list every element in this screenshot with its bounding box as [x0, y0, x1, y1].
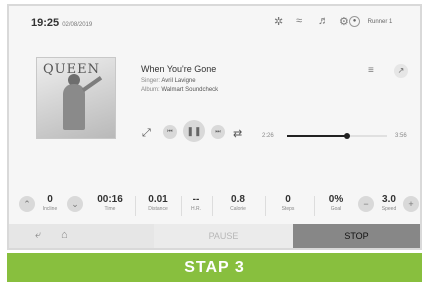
incline-up-button[interactable]: ⌃	[19, 196, 35, 212]
stat-label: Speed	[381, 206, 397, 212]
incline-down-button[interactable]: ⌄	[67, 196, 83, 212]
workout-stats: ⌃ 0 Incline ⌄ 00:16 Time 0.01 Distance -…	[9, 186, 420, 226]
user-name: Runner 1	[367, 19, 393, 26]
gear-icon[interactable]: ⚙	[339, 15, 349, 28]
stat-label: Distance	[148, 206, 168, 212]
treadmill-screen: 19:25 02/08/2019 ✲ ≈ ♬ ⚙ ● Runner 1 QUEE…	[9, 6, 420, 248]
seek-progress	[287, 135, 347, 137]
stat-incline: 0 Incline	[39, 194, 61, 212]
back-icon[interactable]: ⤶	[35, 229, 41, 242]
status-bar: 19:25 02/08/2019 ✲ ≈ ♬ ⚙ ● Runner 1	[9, 6, 420, 34]
stop-workout-button[interactable]: STOP	[293, 224, 420, 248]
wifi-icon[interactable]: ≈	[296, 15, 302, 27]
step-banner: STAP 3	[7, 253, 422, 282]
time-total: 3:56	[395, 133, 407, 139]
shuffle-icon[interactable]: ⤢	[142, 127, 151, 140]
user-icon: ●	[349, 16, 360, 27]
repeat-icon[interactable]: ⇄	[233, 127, 242, 140]
clock: 19:25 02/08/2019	[31, 17, 92, 29]
song-title: When You're Gone	[141, 64, 217, 74]
stat-goal: 0% Goal	[323, 194, 349, 212]
previous-button[interactable]: ⏮	[163, 125, 177, 139]
stat-value: 0	[285, 194, 291, 205]
bluetooth-icon[interactable]: ✲	[274, 15, 283, 28]
stat-label: H.R.	[191, 206, 201, 212]
cover-figure-arm	[81, 76, 103, 92]
nav-zone: ⤶ ⌂	[9, 224, 154, 248]
user-profile[interactable]: ● Runner 1	[349, 16, 392, 27]
stat-heart-rate: -- H.R.	[185, 194, 207, 212]
stat-label: Goal	[330, 206, 342, 212]
album-line: Album: Walmart Soundcheck	[141, 87, 218, 93]
stat-label: Incline	[42, 206, 58, 212]
seek-handle[interactable]	[344, 133, 350, 139]
divider	[181, 196, 182, 216]
stat-time: 00:16 Time	[91, 194, 129, 212]
stat-label: Calorie	[230, 206, 246, 212]
stat-value: 0%	[328, 194, 344, 205]
stat-speed: 3.0 Speed	[377, 194, 401, 212]
divider	[265, 196, 266, 216]
time-current: 2:26	[262, 133, 274, 139]
stat-label: Time	[104, 206, 116, 212]
stat-distance: 0.01 Distance	[141, 194, 175, 212]
divider	[212, 196, 213, 216]
volume-icon[interactable]: ♬	[318, 15, 329, 27]
stat-value: --	[192, 194, 200, 205]
divider	[135, 196, 136, 216]
speed-down-button[interactable]: −	[358, 196, 374, 212]
playlist-icon[interactable]: ≡	[368, 65, 374, 76]
album-cover: QUEEN	[36, 57, 116, 139]
cover-figure	[63, 84, 85, 130]
speed-up-button[interactable]: +	[403, 196, 419, 212]
singer-line: Singer: Avril Lavigne	[141, 78, 196, 84]
bottom-bar: ⤶ ⌂ PAUSE STOP	[9, 224, 420, 248]
home-icon[interactable]: ⌂	[61, 229, 68, 241]
singer-label: Singer:	[141, 78, 161, 84]
pause-button[interactable]: ❚❚	[183, 120, 205, 142]
seek-bar[interactable]	[287, 133, 387, 139]
stat-value: 00:16	[97, 194, 123, 205]
stat-label: Steps	[281, 206, 295, 212]
singer-name: Avril Lavigne	[161, 78, 196, 84]
clock-time: 19:25	[31, 17, 60, 29]
next-button[interactable]: ⏭	[211, 125, 225, 139]
stat-value: 0.8	[231, 194, 245, 205]
stat-steps: 0 Steps	[275, 194, 301, 212]
expand-icon[interactable]: ↗	[394, 64, 408, 78]
divider	[314, 196, 315, 216]
stat-value: 0.01	[148, 194, 168, 205]
stat-value: 0	[47, 194, 53, 205]
stat-calorie: 0.8 Calorie	[223, 194, 253, 212]
album-label: Album:	[141, 87, 160, 93]
album-name: Walmart Soundcheck	[161, 87, 219, 93]
pause-workout-button[interactable]: PAUSE	[154, 224, 293, 248]
stat-value: 3.0	[382, 194, 396, 205]
clock-date: 02/08/2019	[62, 22, 93, 28]
